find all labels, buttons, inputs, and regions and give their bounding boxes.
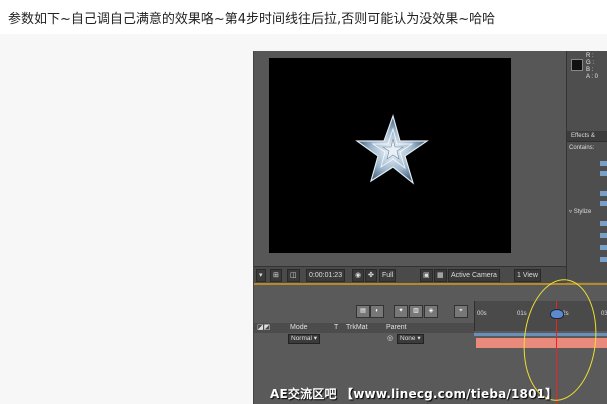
effect-item[interactable] [600,201,607,206]
star-shape [355,114,429,185]
mode-column: Mode [290,324,308,331]
snapshot-icon[interactable]: ◉ [352,269,365,282]
motion-blur-icon[interactable]: ▥ [409,305,423,318]
effect-item[interactable] [600,257,607,262]
grid-icon[interactable]: ⊞ [270,269,282,282]
channel-icon[interactable]: ✤ [365,269,377,282]
toggle-icon[interactable]: ◐ [370,305,384,318]
effects-presets-tab[interactable]: Effects & [567,131,607,142]
graph-editor-icon[interactable]: ◈ [424,305,438,318]
watermark-text: AE交流区吧 【www.linecg.com/tieba/1801】 [270,387,558,401]
effects-contains-label: Contains: [569,145,595,151]
pick-whip-icon[interactable]: ◎ [387,334,393,344]
effect-item[interactable] [600,245,607,250]
effect-item[interactable] [600,171,607,176]
effect-item[interactable] [600,233,607,238]
mode-dropdown[interactable]: Normal ▾ [288,334,321,344]
info-b: B : [586,67,594,73]
draft-3d-icon[interactable]: ✦ [394,305,408,318]
transparency-icon[interactable]: ▦ [434,269,447,282]
info-g: G : [586,60,595,66]
ruler-tick: 00s [477,311,487,317]
effect-item[interactable] [600,161,607,166]
timeline-tool-row: ▤ ◐ ✦ ▥ ◈ ⌖ [254,303,474,319]
composition-panel [254,51,566,266]
viewer-toolbar: ▾ ⊞ ◫ 0:00:01:23 ◉ ✤ Full ▣ ▦ Active Cam… [254,266,566,284]
info-a: A : 0 [586,74,599,80]
info-r: R : [586,53,594,59]
switches-icon: ◪◩ [257,324,271,331]
layer-column-header: ◪◩ Mode T TrkMat Parent [254,323,474,333]
view-layout-dropdown[interactable]: 1 View [514,269,541,282]
info-panel: R : G : B : A : 0 [569,53,607,87]
region-icon[interactable]: ▣ [420,269,433,282]
ruler-tick: 03 [601,311,607,317]
resolution-dropdown[interactable]: Full [379,269,397,282]
pick-whip-icon[interactable]: ⌖ [454,305,468,318]
trkmat-column: TrkMat [346,324,368,331]
color-swatch [571,59,583,71]
timecode-display[interactable]: 0:00:01:23 [306,269,346,282]
timeline-panel: ▤ ◐ ✦ ▥ ◈ ⌖ ◪◩ Mode T TrkMat Parent Norm… [254,275,607,404]
mask-icon[interactable]: ◫ [287,269,300,282]
parent-column: Parent [386,324,407,331]
effect-item[interactable] [600,221,607,226]
post-caption: 参数如下~自己调自己满意的效果咯~第4步时间线往后拉,否则可能认为没效果~哈哈 [8,12,496,27]
ruler-tick: 01s [517,311,527,317]
layer-row[interactable]: Normal ▾ ◎ None ▾ [254,334,474,344]
effect-item[interactable] [600,191,607,196]
comp-mini-icon[interactable]: ▤ [356,305,370,318]
t-column: T [334,324,339,331]
stylize-label: Stylize [573,209,592,215]
zoom-dropdown[interactable]: ▾ [256,269,266,282]
composition-viewer[interactable] [269,58,511,253]
effects-stylize-category[interactable]: ▿ Stylize [569,208,591,215]
camera-dropdown[interactable]: Active Camera [448,269,500,282]
right-side-panels: R : G : B : A : 0 Effects & Contains: ▿ … [566,51,607,282]
parent-value: None [400,335,416,342]
ae-screenshot: ▾ ⊞ ◫ 0:00:01:23 ◉ ✤ Full ▣ ▦ Active Cam… [253,51,607,404]
mode-value: Normal [291,335,312,342]
parent-dropdown[interactable]: None ▾ [397,334,424,344]
